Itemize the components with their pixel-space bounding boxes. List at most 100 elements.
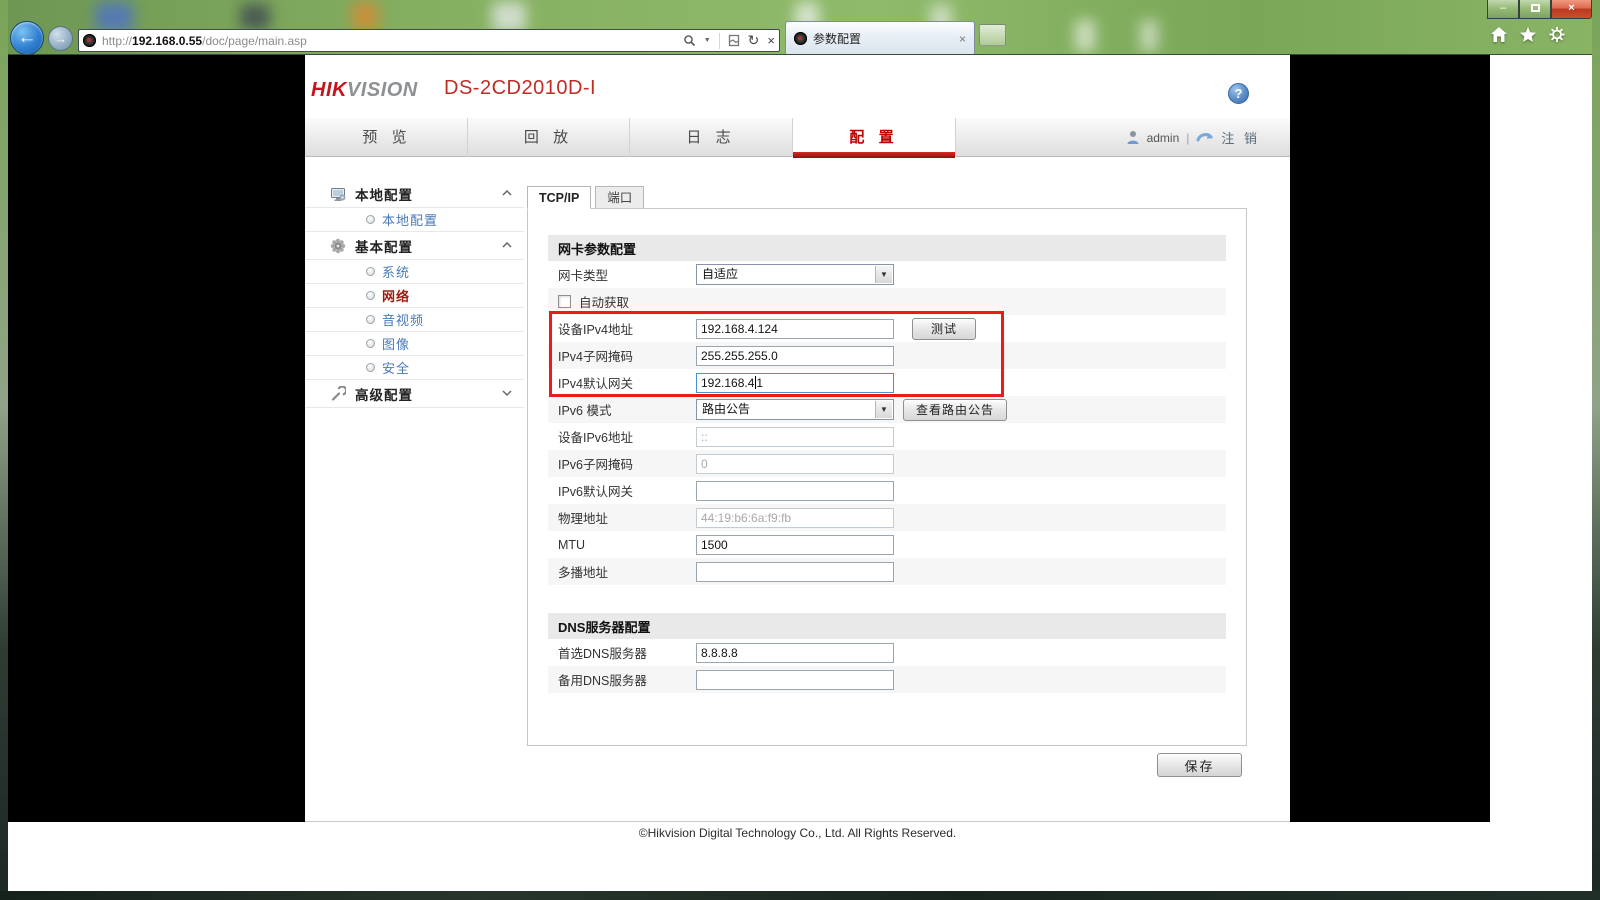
section-nic-parameters: 网卡参数配置 [548, 235, 1226, 261]
sidebar-item-system[interactable]: 系统 [305, 260, 524, 284]
dhcp-checkbox[interactable] [558, 295, 571, 308]
multicast-input[interactable] [696, 561, 894, 582]
tab-configuration[interactable]: 配 置 [793, 118, 956, 158]
tools-gear-icon[interactable] [1548, 26, 1566, 43]
back-button[interactable]: ← [10, 21, 44, 54]
chevron-down-icon [502, 390, 512, 396]
tab-tcpip[interactable]: TCP/IP [527, 186, 592, 209]
sidebar-item-security[interactable]: 安全 [305, 356, 524, 380]
logout-icon[interactable] [1196, 131, 1214, 144]
row-ipv6-mask: IPv6子网掩码 [548, 450, 1226, 477]
tab-preview[interactable]: 预 览 [307, 118, 468, 157]
nic-type-select[interactable]: 自适应 ▼ [696, 264, 894, 285]
sidebar-item-audio-video[interactable]: 音视频 [305, 308, 524, 332]
row-ipv6-address: 设备IPv6地址 [548, 423, 1226, 450]
bullet-icon [366, 315, 375, 324]
bullet-icon [366, 363, 375, 372]
test-button[interactable]: 测试 [912, 317, 976, 340]
tab-favicon [794, 32, 807, 45]
tcpip-form: 网卡参数配置 网卡类型 自适应 ▼ 自动获取 设备IPv4地址 192.168.… [527, 208, 1247, 746]
mac-address-input [696, 507, 894, 528]
save-button[interactable]: 保存 [1157, 753, 1242, 777]
refresh-icon[interactable]: ↻ [748, 32, 760, 49]
address-bar[interactable]: http://192.168.0.55/doc/page/main.asp ▼ … [78, 29, 780, 52]
page-viewport: HIKVISION DS-2CD2010D-I ? 预 览 回 放 日 志 配 … [8, 55, 1592, 891]
row-ipv6-mode: IPv6 模式 路由公告 ▼ 查看路由公告 [548, 396, 1226, 423]
chevron-up-icon [502, 242, 512, 248]
ipv6-mode-select[interactable]: 路由公告 ▼ [696, 399, 894, 420]
view-router-advertisement-button[interactable]: 查看路由公告 [903, 398, 1008, 421]
row-nic-type: 网卡类型 自适应 ▼ [548, 261, 1226, 288]
user-zone: admin | 注 销 [1126, 118, 1260, 157]
sidebar-group-local-config[interactable]: 本地配置 [305, 180, 524, 208]
browser-tab[interactable]: 参数配置 × [785, 21, 975, 54]
settings-panel: TCP/IP 端口 网卡参数配置 网卡类型 自适应 ▼ 自动获取 设备IPv4地… [527, 185, 1247, 746]
advanced-config-icon [331, 385, 346, 401]
bullet-icon [366, 291, 375, 300]
url-text: http://192.168.0.55/doc/page/main.asp [102, 33, 307, 48]
tab-log[interactable]: 日 志 [630, 118, 793, 157]
divider [718, 32, 720, 49]
main-navbar: 预 览 回 放 日 志 配 置 admin | 注 销 [305, 118, 1290, 158]
window-frame-bottom [0, 891, 1600, 900]
help-icon[interactable]: ? [1228, 83, 1249, 104]
content-column: HIKVISION DS-2CD2010D-I ? 预 览 回 放 日 志 配 … [305, 55, 1290, 822]
forward-button[interactable]: → [48, 26, 73, 51]
search-dropdown-icon[interactable]: ▼ [704, 37, 711, 44]
home-icon[interactable] [1490, 26, 1508, 43]
sidebar-item-network[interactable]: 网络 [305, 284, 524, 308]
ipv6-address-input [696, 426, 894, 447]
local-config-icon [331, 187, 346, 201]
select-arrow-icon[interactable]: ▼ [875, 266, 892, 283]
ipv6-mask-input [696, 453, 894, 474]
row-dns-secondary: 备用DNS服务器 [548, 666, 1226, 693]
mtu-input[interactable] [696, 534, 894, 555]
bullet-icon [366, 267, 375, 276]
primary-dns-input[interactable] [696, 642, 894, 663]
close-window-button[interactable]: × [1551, 0, 1592, 19]
tab-port[interactable]: 端口 [595, 186, 645, 209]
user-icon [1127, 131, 1139, 144]
new-tab-button[interactable] [979, 24, 1006, 46]
sidebar-group-advanced-config[interactable]: 高级配置 [305, 380, 524, 408]
screen: – × ← → http://192.168.0.55/doc/page/mai… [0, 0, 1600, 900]
tab-title: 参数配置 [813, 32, 862, 46]
tab-playback[interactable]: 回 放 [468, 118, 630, 157]
site-favicon [83, 34, 96, 47]
tab-close-icon[interactable]: × [959, 32, 966, 46]
row-dns-primary: 首选DNS服务器 [548, 639, 1226, 666]
maximize-button[interactable] [1519, 0, 1551, 19]
window-frame-right [1592, 0, 1600, 900]
section-dns-config: DNS服务器配置 [548, 613, 1226, 639]
ipv6-gateway-input[interactable] [696, 480, 894, 501]
stop-icon[interactable]: × [767, 33, 775, 48]
bullet-icon [366, 339, 375, 348]
sidebar-item-local-config[interactable]: 本地配置 [305, 208, 524, 232]
ipv4-mask-input[interactable] [696, 345, 894, 366]
username: admin [1146, 130, 1180, 145]
ipv4-address-input[interactable] [696, 318, 894, 339]
sidebar-item-image[interactable]: 图像 [305, 332, 524, 356]
copyright-text: ©Hikvision Digital Technology Co., Ltd. … [638, 826, 957, 840]
row-mac-address: 物理地址 [548, 504, 1226, 531]
hikvision-logo: HIKVISION [311, 79, 418, 101]
favorites-star-icon[interactable] [1519, 26, 1537, 43]
page-footer: ©Hikvision Digital Technology Co., Ltd. … [8, 822, 1592, 891]
row-dhcp: 自动获取 [548, 288, 1226, 315]
sidebar-group-basic-config[interactable]: 基本配置 [305, 232, 524, 260]
ipv4-gateway-input[interactable]: 192.168.4 1 [696, 372, 894, 393]
search-icon[interactable] [683, 34, 696, 47]
window-frame-left [0, 0, 8, 900]
row-ipv6-gateway: IPv6默认网关 [548, 477, 1226, 504]
row-ipv4-mask: IPv4子网掩码 [548, 342, 1226, 369]
maximize-icon [1530, 4, 1540, 12]
secondary-dns-input[interactable] [696, 669, 894, 690]
compatibility-view-icon[interactable] [728, 34, 740, 47]
chevron-up-icon [502, 190, 512, 196]
logout-button[interactable]: 注 销 [1221, 128, 1260, 147]
divider: | [1186, 130, 1190, 145]
minimize-button[interactable]: – [1487, 0, 1519, 19]
browser-navigation-row: ← → http://192.168.0.55/doc/page/main.as… [0, 21, 1600, 54]
select-arrow-icon[interactable]: ▼ [875, 401, 892, 418]
